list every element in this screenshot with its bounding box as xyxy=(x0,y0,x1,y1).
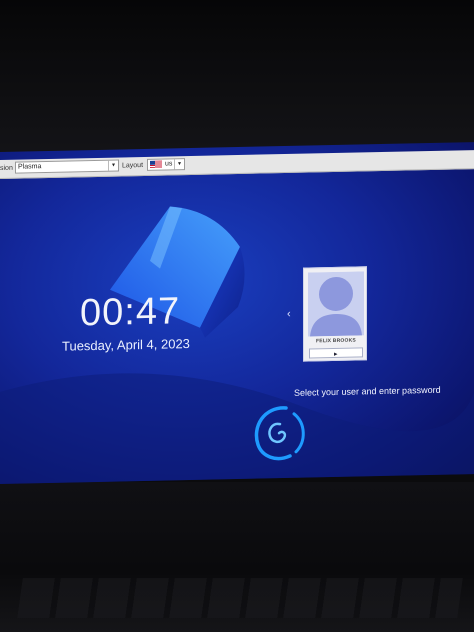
chevron-down-icon: ▾ xyxy=(174,159,184,170)
layout-select[interactable]: us ▾ xyxy=(147,158,185,171)
chevron-down-icon: ▾ xyxy=(108,160,118,171)
clock-time: 00:47 xyxy=(80,290,181,335)
user-avatar-icon xyxy=(308,271,364,337)
clock-date: Tuesday, April 4, 2023 xyxy=(62,336,190,354)
wallpaper-graphic xyxy=(0,206,474,484)
layout-select-value: us xyxy=(165,160,173,168)
session-select-value: Plasma xyxy=(18,163,42,171)
layout-label: Layout xyxy=(122,162,144,170)
user-card[interactable]: FELIX BROOKS ▸ xyxy=(303,266,367,362)
mouse-cursor-icon: ▸ xyxy=(334,350,338,359)
session-select[interactable]: Plasma ▾ xyxy=(15,159,119,174)
login-screen: sion Plasma ▾ Layout us ▾ 00:47 Tuesday,… xyxy=(0,142,474,485)
previous-user-button[interactable]: ‹ xyxy=(287,308,291,320)
session-label: sion xyxy=(0,164,13,172)
us-flag-icon xyxy=(150,160,162,168)
debian-swirl-icon xyxy=(254,406,305,461)
user-name: FELIX BROOKS xyxy=(316,337,356,345)
password-input[interactable]: ▸ xyxy=(309,347,363,359)
monitor-bezel-top xyxy=(0,0,474,160)
keyboard-reflection xyxy=(17,578,463,618)
